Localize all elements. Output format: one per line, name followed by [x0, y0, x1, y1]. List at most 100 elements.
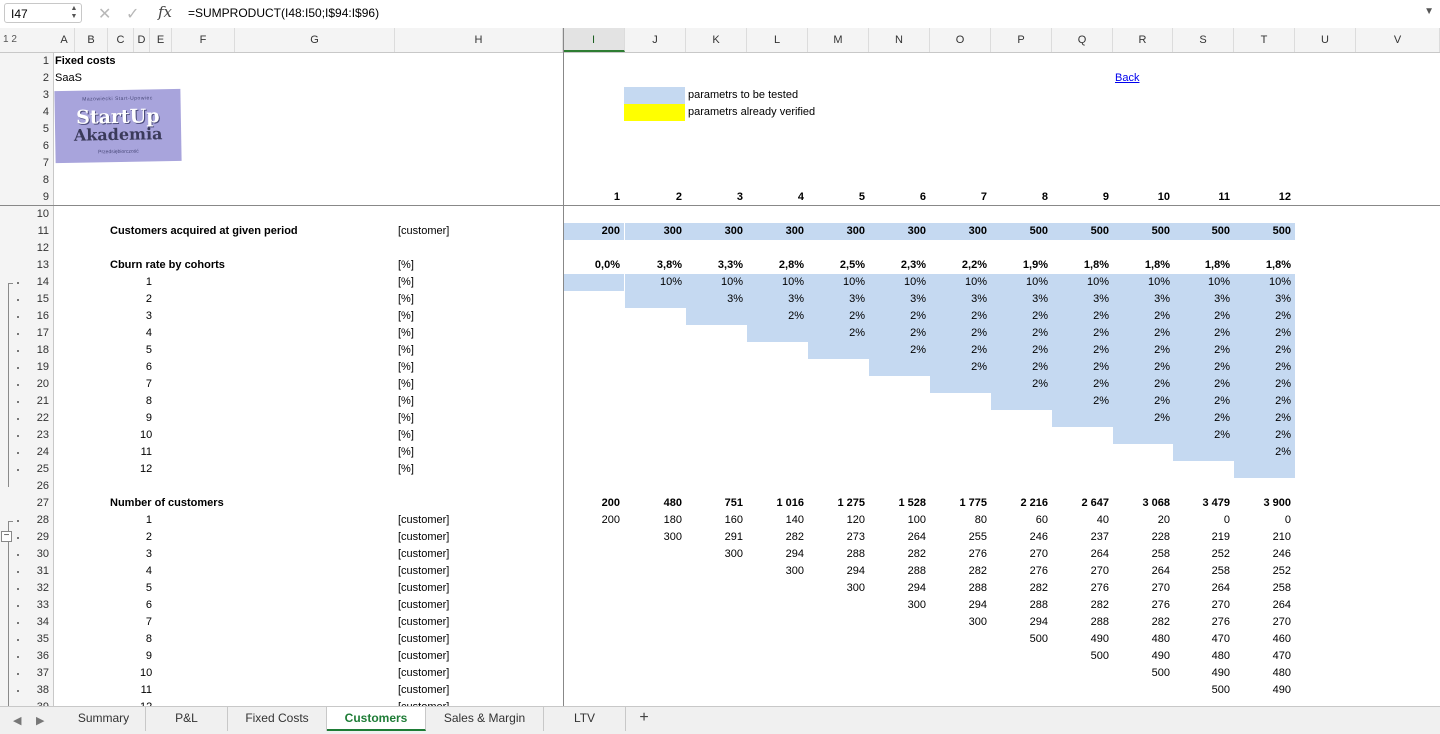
- name-box-stepper-icon[interactable]: ▲ ▼: [70, 5, 78, 21]
- customers-cohort-value[interactable]: 100: [869, 512, 926, 529]
- customers-cohort-value[interactable]: 270: [1173, 597, 1230, 614]
- column-header-p[interactable]: P: [991, 28, 1052, 52]
- row-header-23[interactable]: 23: [37, 427, 49, 444]
- churn-cohort-value[interactable]: [808, 342, 869, 359]
- customers-cohort-value[interactable]: 180: [625, 512, 682, 529]
- formula-input[interactable]: =SUMPRODUCT(I48:I50;I$94:I$96): [188, 6, 379, 20]
- confirm-icon[interactable]: ✓: [126, 4, 139, 24]
- row-header-35[interactable]: 35: [37, 631, 49, 648]
- acquired-value[interactable]: 300: [869, 223, 930, 240]
- churn-cohort-value[interactable]: 2%: [747, 308, 808, 325]
- churn-cohort-value[interactable]: 10%: [930, 274, 991, 291]
- column-header-h[interactable]: H: [395, 28, 563, 52]
- customers-cohort-value[interactable]: 264: [1113, 563, 1170, 580]
- row-header-5[interactable]: 5: [43, 121, 49, 138]
- customers-cohort-value[interactable]: 40: [1052, 512, 1109, 529]
- customers-cohort-value[interactable]: 270: [1052, 563, 1109, 580]
- churn-cohort-value[interactable]: 2%: [808, 308, 869, 325]
- churn-cohort-value[interactable]: [686, 308, 747, 325]
- churn-cohort-value[interactable]: 2%: [1113, 410, 1174, 427]
- churn-cohort-value[interactable]: 2%: [1173, 325, 1234, 342]
- row-header-2[interactable]: 2: [43, 70, 49, 87]
- churn-cohort-value[interactable]: 2%: [1234, 308, 1295, 325]
- customers-cohort-value[interactable]: 276: [1173, 614, 1230, 631]
- row-header-20[interactable]: 20: [37, 376, 49, 393]
- row-header-19[interactable]: 19: [37, 359, 49, 376]
- customers-cohort-value[interactable]: 237: [1052, 529, 1109, 546]
- customers-cohort-value[interactable]: 80: [930, 512, 987, 529]
- customers-cohort-value[interactable]: 160: [686, 512, 743, 529]
- row-header-7[interactable]: 7: [43, 155, 49, 172]
- churn-cohort-value[interactable]: 3%: [1173, 291, 1234, 308]
- churn-cohort-value[interactable]: [1173, 444, 1234, 461]
- customers-cohort-value[interactable]: 219: [1173, 529, 1230, 546]
- row-header-11[interactable]: 11: [38, 223, 49, 240]
- column-header-u[interactable]: U: [1295, 28, 1356, 52]
- customers-cohort-value[interactable]: 264: [1052, 546, 1109, 563]
- next-sheet-icon[interactable]: ▶: [36, 714, 44, 727]
- acquired-value[interactable]: 300: [808, 223, 869, 240]
- row-header-31[interactable]: 31: [37, 563, 49, 580]
- churn-cohort-value[interactable]: 2%: [1173, 359, 1234, 376]
- acquired-value[interactable]: 500: [1113, 223, 1174, 240]
- churn-cohort-value[interactable]: [625, 291, 686, 308]
- customers-cohort-value[interactable]: 0: [1173, 512, 1230, 529]
- customers-cohort-value[interactable]: 288: [930, 580, 987, 597]
- customers-cohort-value[interactable]: 228: [1113, 529, 1170, 546]
- sheet-tab-fixed-costs[interactable]: Fixed Costs: [228, 707, 327, 731]
- churn-cohort-value[interactable]: 2%: [1052, 393, 1113, 410]
- column-header-b[interactable]: B: [75, 28, 108, 52]
- churn-cohort-value[interactable]: 2%: [1052, 308, 1113, 325]
- column-header-g[interactable]: G: [235, 28, 395, 52]
- column-header-q[interactable]: Q: [1052, 28, 1113, 52]
- customers-cohort-value[interactable]: 480: [1173, 648, 1230, 665]
- customers-cohort-value[interactable]: 282: [1113, 614, 1170, 631]
- churn-cohort-value[interactable]: 3%: [1113, 291, 1174, 308]
- sheet-tab-summary[interactable]: Summary: [62, 707, 146, 731]
- churn-cohort-value[interactable]: 2%: [1234, 427, 1295, 444]
- customers-cohort-value[interactable]: 294: [747, 546, 804, 563]
- column-header-v[interactable]: V: [1356, 28, 1440, 52]
- churn-cohort-value[interactable]: 3%: [930, 291, 991, 308]
- row-header-9[interactable]: 9: [43, 189, 49, 206]
- row-header-34[interactable]: 34: [37, 614, 49, 631]
- churn-cohort-value[interactable]: 2%: [1052, 376, 1113, 393]
- customers-cohort-value[interactable]: 500: [1052, 648, 1109, 665]
- row-header-26[interactable]: 26: [37, 478, 49, 495]
- column-header-j[interactable]: J: [625, 28, 686, 52]
- row-header-30[interactable]: 30: [37, 546, 49, 563]
- back-link-cell[interactable]: Back: [1115, 70, 1139, 87]
- churn-cohort-value[interactable]: 2%: [1173, 410, 1234, 427]
- row-header-13[interactable]: 13: [37, 257, 49, 274]
- acquired-value[interactable]: 500: [991, 223, 1052, 240]
- churn-cohort-value[interactable]: 2%: [991, 376, 1052, 393]
- customers-cohort-value[interactable]: 480: [1234, 665, 1291, 682]
- churn-cohort-value[interactable]: 3%: [808, 291, 869, 308]
- customers-cohort-value[interactable]: 300: [686, 546, 743, 563]
- customers-cohort-value[interactable]: 300: [747, 563, 804, 580]
- customers-cohort-value[interactable]: 480: [1113, 631, 1170, 648]
- customers-cohort-value[interactable]: 200: [563, 512, 620, 529]
- customers-cohort-value[interactable]: 288: [991, 597, 1048, 614]
- customers-cohort-value[interactable]: 282: [1052, 597, 1109, 614]
- previous-sheet-icon[interactable]: ◀: [13, 714, 21, 727]
- customers-cohort-value[interactable]: 60: [991, 512, 1048, 529]
- acquired-value[interactable]: 300: [686, 223, 747, 240]
- row-header-10[interactable]: 10: [37, 206, 49, 223]
- customers-cohort-value[interactable]: 470: [1234, 648, 1291, 665]
- customers-cohort-value[interactable]: 500: [1113, 665, 1170, 682]
- churn-cohort-value[interactable]: 3%: [747, 291, 808, 308]
- churn-cohort-value[interactable]: 2%: [1113, 308, 1174, 325]
- churn-cohort-value[interactable]: 2%: [869, 308, 930, 325]
- churn-cohort-value[interactable]: 2%: [1234, 444, 1295, 461]
- customers-cohort-value[interactable]: 294: [808, 563, 865, 580]
- customers-cohort-value[interactable]: 300: [869, 597, 926, 614]
- acquired-value[interactable]: 200: [563, 223, 624, 240]
- churn-cohort-value[interactable]: 2%: [1234, 410, 1295, 427]
- sheet-tab-ltv[interactable]: LTV: [544, 707, 626, 731]
- churn-cohort-value[interactable]: 2%: [1234, 342, 1295, 359]
- row-header-24[interactable]: 24: [37, 444, 49, 461]
- customers-cohort-value[interactable]: 255: [930, 529, 987, 546]
- churn-cohort-value[interactable]: [563, 274, 624, 291]
- customers-cohort-value[interactable]: 140: [747, 512, 804, 529]
